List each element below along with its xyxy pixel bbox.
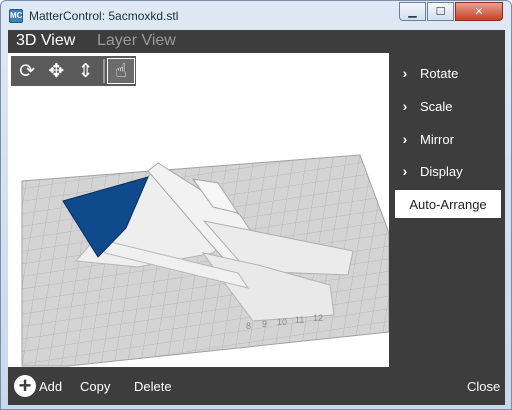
bottom-action-bar: + Add Copy Delete Close <box>8 367 505 405</box>
delete-button[interactable]: Delete <box>134 379 172 394</box>
ruler-label: 10 <box>277 317 287 327</box>
scale-section[interactable]: › Scale <box>390 91 505 121</box>
display-section[interactable]: › Display <box>390 156 505 186</box>
chevron-right-icon: › <box>402 65 408 81</box>
rotate-tool-button[interactable]: ⟳ <box>13 58 41 84</box>
close-window-button[interactable]: ✕ <box>455 2 503 21</box>
move-icon: ✥ <box>48 60 65 82</box>
mirror-section[interactable]: › Mirror <box>390 124 505 154</box>
select-hand-icon: ☝ <box>115 60 127 82</box>
tab-layer-view[interactable]: Layer View <box>97 32 176 50</box>
app-logo-icon: MC <box>9 9 23 23</box>
view-tab-bar: 3D View Layer View <box>8 30 505 52</box>
maximize-button[interactable]: ☐ <box>427 2 454 21</box>
close-button[interactable]: Close <box>467 379 500 394</box>
display-label: Display <box>420 163 463 179</box>
minimize-icon: ▁ <box>408 6 417 18</box>
select-tool-button[interactable]: ☝ <box>106 58 135 84</box>
app-client-area: 3D View Layer View 8 9 10 11 12 ⟳ ✥ ⇕ ☝ … <box>8 30 505 405</box>
close-icon: ✕ <box>474 6 484 18</box>
ruler-label: 8 <box>246 321 251 331</box>
app-window: MC MatterControl: 5acmoxkd.stl ▁ ☐ ✕ 3D … <box>0 0 512 410</box>
ruler-label: 9 <box>262 319 267 329</box>
edit-panel: › Rotate › Scale › Mirror › Display Auto… <box>390 53 505 367</box>
view-mode-toolbar: ⟳ ✥ ⇕ ☝ <box>11 56 136 86</box>
maximize-icon: ☐ <box>435 6 446 18</box>
chevron-right-icon: › <box>402 98 408 114</box>
3d-viewport[interactable]: 8 9 10 11 12 ⟳ ✥ ⇕ ☝ <box>8 53 389 367</box>
rotate-icon: ⟳ <box>19 60 36 82</box>
mirror-label: Mirror <box>420 131 454 147</box>
add-button[interactable]: Add <box>39 379 62 394</box>
ruler-label: 11 <box>295 315 304 325</box>
print-bed-scene: 8 9 10 11 12 <box>21 154 389 367</box>
auto-arrange-button[interactable]: Auto-Arrange <box>395 190 501 218</box>
ruler-label: 12 <box>313 313 323 323</box>
chevron-right-icon: › <box>402 163 408 179</box>
scale-label: Scale <box>420 98 453 114</box>
add-icon[interactable]: + <box>14 375 36 397</box>
zoom-tool-button[interactable]: ⇕ <box>72 58 100 84</box>
rotate-section[interactable]: › Rotate <box>390 58 505 88</box>
rotate-label: Rotate <box>420 65 459 81</box>
chevron-right-icon: › <box>402 131 408 147</box>
window-title: MatterControl: 5acmoxkd.stl <box>29 9 179 23</box>
tab-3d-view[interactable]: 3D View <box>16 32 75 50</box>
toolbar-divider <box>102 59 105 83</box>
title-bar[interactable]: MC MatterControl: 5acmoxkd.stl ▁ ☐ ✕ <box>1 1 511 29</box>
minimize-button[interactable]: ▁ <box>399 2 426 21</box>
move-tool-button[interactable]: ✥ <box>42 58 70 84</box>
copy-button[interactable]: Copy <box>80 379 110 394</box>
zoom-icon: ⇕ <box>77 60 94 82</box>
